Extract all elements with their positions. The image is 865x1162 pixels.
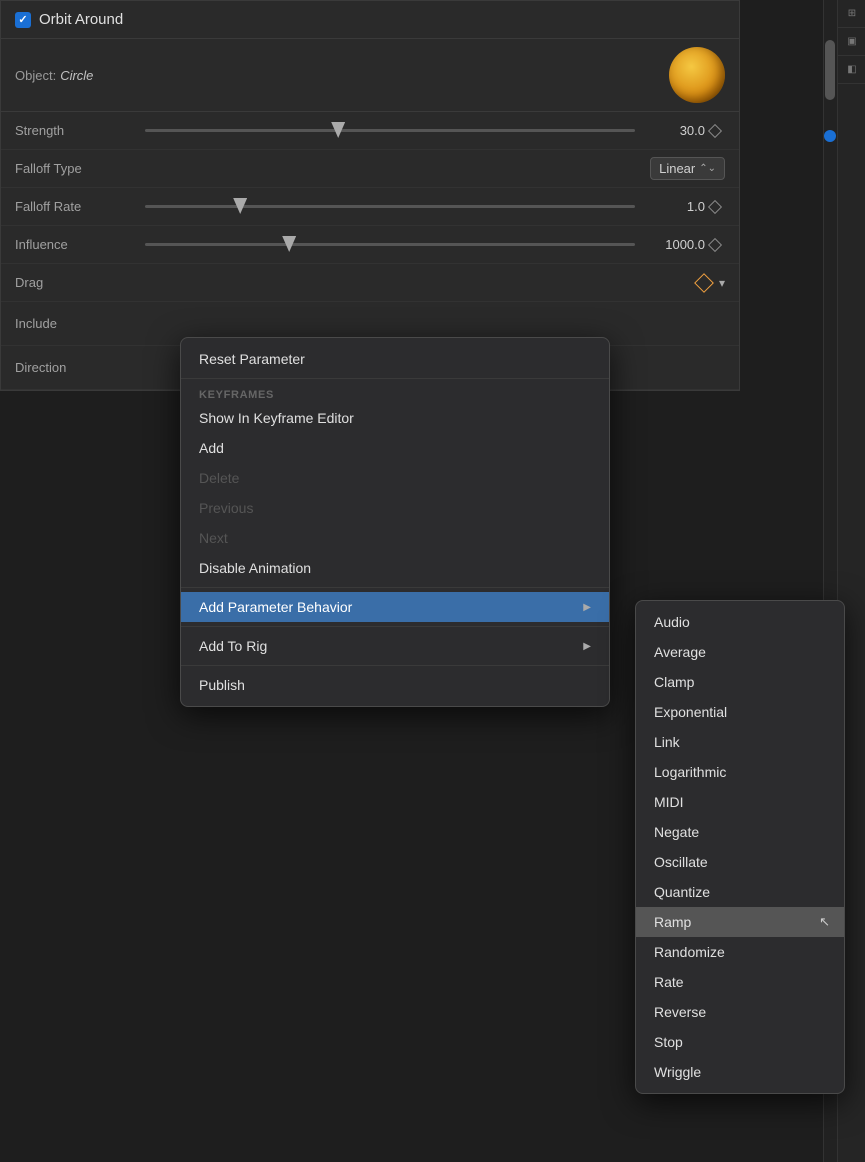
submenu-logarithmic[interactable]: Logarithmic xyxy=(636,757,844,787)
falloff-rate-thumb[interactable] xyxy=(233,198,247,214)
object-label: Object: xyxy=(15,68,56,83)
submenu-randomize[interactable]: Randomize xyxy=(636,937,844,967)
menu-next: Next xyxy=(181,523,609,553)
submenu-average[interactable]: Average xyxy=(636,637,844,667)
influence-thumb[interactable] xyxy=(282,236,296,252)
menu-show-keyframe-editor[interactable]: Show In Keyframe Editor xyxy=(181,403,609,433)
falloff-type-label: Falloff Type xyxy=(15,161,145,176)
object-row: Object: Circle xyxy=(1,39,739,112)
submenu-exponential[interactable]: Exponential xyxy=(636,697,844,727)
falloff-rate-label: Falloff Rate xyxy=(15,199,145,214)
cursor-indicator: ↖ xyxy=(819,914,830,930)
drag-row: Drag ▾ xyxy=(1,264,739,302)
panel-title: Orbit Around xyxy=(39,11,123,28)
falloff-type-value: Linear xyxy=(659,161,695,176)
menu-add-to-rig[interactable]: Add To Rig ▶ xyxy=(181,631,609,661)
menu-disable-animation[interactable]: Disable Animation xyxy=(181,553,609,583)
add-param-behavior-arrow: ▶ xyxy=(583,602,591,613)
strip-btn-1[interactable]: ⊞ xyxy=(838,0,865,28)
drag-chevron[interactable]: ▾ xyxy=(719,276,725,290)
influence-value: 1000.0 xyxy=(635,237,705,252)
enabled-checkbox[interactable] xyxy=(15,12,31,28)
submenu-link[interactable]: Link xyxy=(636,727,844,757)
menu-delete: Delete xyxy=(181,463,609,493)
submenu-ramp[interactable]: Ramp ↖ xyxy=(636,907,844,937)
menu-add-parameter-behavior[interactable]: Add Parameter Behavior ▶ xyxy=(181,592,609,622)
submenu-wriggle[interactable]: Wriggle xyxy=(636,1057,844,1087)
property-panel: Orbit Around Object: Circle Strength 30.… xyxy=(0,0,740,391)
strength-row: Strength 30.0 xyxy=(1,112,739,150)
strength-slider[interactable] xyxy=(145,121,635,141)
strength-label: Strength xyxy=(15,123,145,138)
drag-keyframe-diamond[interactable] xyxy=(694,273,714,293)
circle-preview xyxy=(669,47,725,103)
strength-thumb[interactable] xyxy=(331,122,345,138)
context-menu: Reset Parameter KEYFRAMES Show In Keyfra… xyxy=(180,337,610,707)
influence-keyframe[interactable] xyxy=(705,235,725,255)
keyframes-section-label: KEYFRAMES xyxy=(181,383,609,403)
drag-label: Drag xyxy=(15,275,145,290)
submenu-parameter-behavior: Audio Average Clamp Exponential Link Log… xyxy=(635,600,845,1094)
strip-btn-2[interactable]: ▣ xyxy=(838,28,865,56)
panel-header: Orbit Around xyxy=(1,1,739,39)
falloff-rate-row: Falloff Rate 1.0 xyxy=(1,188,739,226)
influence-label: Influence xyxy=(15,237,145,252)
influence-row: Influence 1000.0 xyxy=(1,226,739,264)
menu-sep-4 xyxy=(181,665,609,666)
menu-sep-1 xyxy=(181,378,609,379)
submenu-rate[interactable]: Rate xyxy=(636,967,844,997)
object-value: Circle xyxy=(60,68,93,83)
submenu-oscillate[interactable]: Oscillate xyxy=(636,847,844,877)
submenu-quantize[interactable]: Quantize xyxy=(636,877,844,907)
strength-value: 30.0 xyxy=(635,123,705,138)
falloff-type-row: Falloff Type Linear ⌃⌄ xyxy=(1,150,739,188)
include-label: Include xyxy=(15,316,145,331)
scroll-thumb[interactable] xyxy=(825,40,835,100)
submenu-midi[interactable]: MIDI xyxy=(636,787,844,817)
submenu-stop[interactable]: Stop xyxy=(636,1027,844,1057)
blue-indicator xyxy=(824,130,836,142)
strength-keyframe[interactable] xyxy=(705,121,725,141)
direction-label: Direction xyxy=(15,360,145,375)
menu-reset-parameter[interactable]: Reset Parameter xyxy=(181,344,609,374)
falloff-rate-slider[interactable] xyxy=(145,197,635,217)
submenu-audio[interactable]: Audio xyxy=(636,607,844,637)
submenu-reverse[interactable]: Reverse xyxy=(636,997,844,1027)
falloff-type-select[interactable]: Linear ⌃⌄ xyxy=(145,157,725,180)
menu-sep-2 xyxy=(181,587,609,588)
falloff-type-arrow: ⌃⌄ xyxy=(699,163,716,174)
influence-slider[interactable] xyxy=(145,235,635,255)
falloff-rate-keyframe[interactable] xyxy=(705,197,725,217)
submenu-negate[interactable]: Negate xyxy=(636,817,844,847)
strip-btn-3[interactable]: ◧ xyxy=(838,56,865,84)
menu-add[interactable]: Add xyxy=(181,433,609,463)
add-to-rig-arrow: ▶ xyxy=(583,641,591,652)
falloff-rate-value: 1.0 xyxy=(635,199,705,214)
menu-publish[interactable]: Publish xyxy=(181,670,609,700)
menu-previous: Previous xyxy=(181,493,609,523)
menu-sep-3 xyxy=(181,626,609,627)
submenu-clamp[interactable]: Clamp xyxy=(636,667,844,697)
